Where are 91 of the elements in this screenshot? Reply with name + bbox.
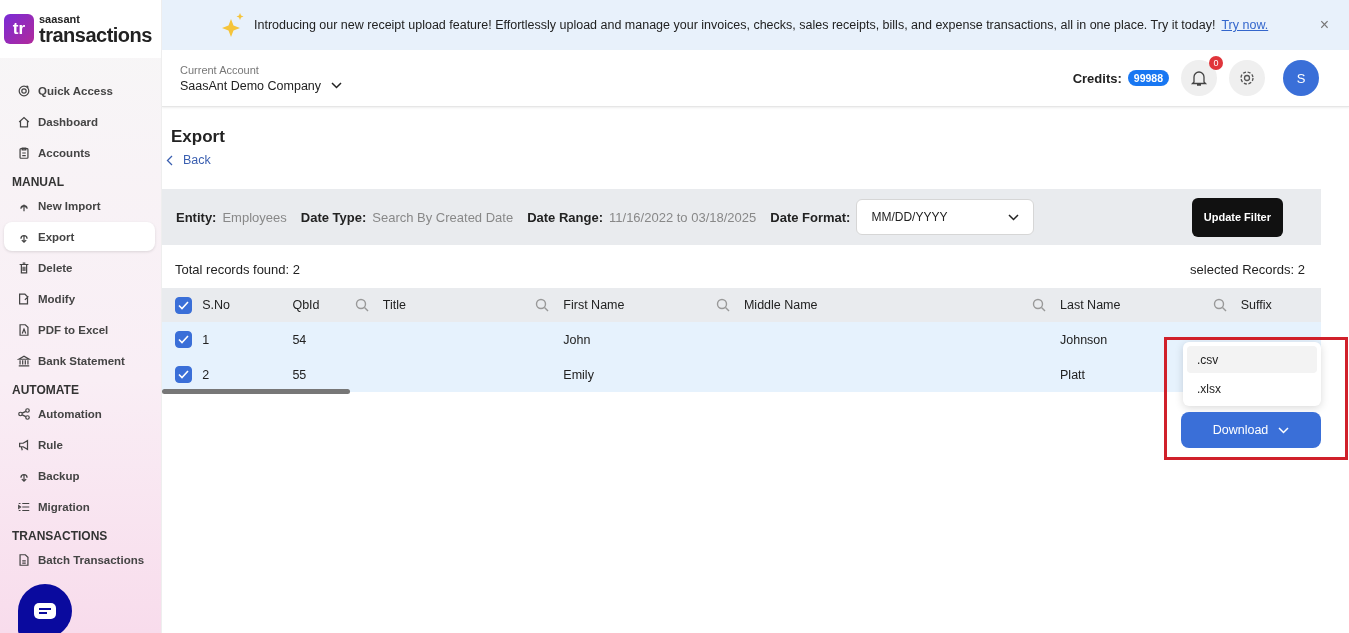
sidebar-item[interactable]: Export [4,222,155,251]
column-header: First Name [563,298,625,312]
checkmark-icon [178,370,189,379]
sidebar-item[interactable]: Backup [4,461,155,490]
column-header: Title [382,298,406,312]
column-header: Last Name [1060,298,1121,312]
filter-label: Date Type: [300,209,367,225]
sidebar-item[interactable]: Automation [4,399,155,428]
chevron-left-icon [166,154,173,166]
sidebar-heading: TRANSACTIONS [12,529,109,543]
table-cell: 54 [292,332,307,347]
sidebar-item[interactable]: Dashboard [4,107,155,136]
sidebar-item[interactable]: Accounts [4,138,155,167]
sidebar-item[interactable]: Quick Access [4,76,155,105]
filter-value: Search By Created Date [372,209,514,225]
column-header: QbId [292,298,320,312]
user-avatar[interactable]: S [1283,60,1319,96]
try-now-link[interactable]: Try now. [1221,18,1269,32]
megaphone-icon [17,437,31,452]
table-cell: Emily [563,367,594,382]
credits-count: 99988 [1127,70,1169,86]
sidebar-item[interactable]: Batch Transactions [4,545,155,574]
search-icon[interactable] [535,298,550,312]
account-label: Current Account [180,63,260,76]
product-name: transactions [39,24,152,45]
column-header: S.No [202,298,230,312]
sidebar-item[interactable]: Migration [4,492,155,521]
notification-badge: 0 [1209,56,1223,70]
format-option[interactable]: .csv [1187,346,1317,373]
account-dropdown[interactable]: SaasAnt Demo Company [180,78,343,93]
row-checkbox[interactable] [175,366,192,383]
table-cell: Platt [1060,367,1086,382]
table-cell: John [563,332,591,347]
table-cell: Johnson [1060,332,1108,347]
chevron-down-icon [1008,213,1020,221]
search-icon[interactable] [1212,298,1227,312]
sidebar-item[interactable]: Rule [4,430,155,459]
sidebar-item[interactable]: PDF to Excel [4,315,155,344]
sidebar-item[interactable]: New Import [4,191,155,220]
search-icon[interactable] [354,298,369,312]
row-checkbox[interactable] [175,331,192,348]
chevron-down-icon [331,82,343,89]
table-cell: 55 [292,367,307,382]
filter-label: Date Format: [770,209,851,225]
date-format-select[interactable]: MM/DD/YYYY [856,199,1035,235]
search-icon[interactable] [1032,298,1046,312]
bell-icon [1190,69,1208,87]
checkmark-icon [178,335,189,344]
chat-button[interactable] [18,584,72,633]
doc-icon [17,552,31,567]
sidebar-heading: AUTOMATE [12,383,80,397]
sidebar-item[interactable]: Modify [4,284,155,313]
filter-value: Employees [222,209,287,225]
target-icon [17,83,31,98]
filter-label: Date Range: [527,209,604,225]
download-button[interactable]: Download [1181,412,1321,448]
chat-icon [34,603,56,619]
back-link[interactable]: Back [166,153,211,167]
select-all-checkbox[interactable] [175,296,192,314]
sidebar-heading: MANUAL [12,175,65,189]
edit-icon [17,291,31,306]
chevron-down-icon [1278,426,1290,434]
scrollbar-thumb[interactable] [162,389,350,394]
sidebar-item[interactable]: Bank Statement [4,346,155,375]
notifications-button[interactable] [1181,60,1217,96]
company-name: saasant [39,13,81,25]
share-icon [17,406,31,421]
close-button[interactable]: × [1313,15,1335,35]
page-title: Export [171,127,226,147]
bank-icon [17,353,31,368]
settings-icon [1238,69,1256,87]
clipboard-icon [17,145,31,160]
total-records: Total records found: 2 [175,262,301,277]
table-cell: 1 [202,332,210,347]
logo-mark: tr [4,14,34,44]
filter-label: Entity: [176,209,217,225]
search-icon[interactable] [715,298,730,312]
selected-records: selected Records: 2 [1190,262,1305,277]
column-header: Middle Name [743,298,818,312]
credits-label: Credits: [1072,70,1122,86]
update-filter-button[interactable]: Update Filter [1191,197,1283,237]
filter-value: 11/16/2022 to 03/18/2025 [609,209,757,225]
banner-text: Introducing our new receipt upload feature! Effortlessly upload and manage your invoices, checks, sales receipts, bills, and expense transactions, all in one place. Try it today! Try now. [254,18,1269,32]
home-icon [17,114,31,129]
pdf-icon [17,322,31,337]
table-cell: 2 [202,367,210,382]
trash-icon [17,260,31,275]
checkmark-icon [178,300,189,310]
settings-button[interactable] [1229,60,1265,96]
sidebar-item[interactable]: Delete [4,253,155,282]
column-header: Suffix [1240,298,1272,312]
